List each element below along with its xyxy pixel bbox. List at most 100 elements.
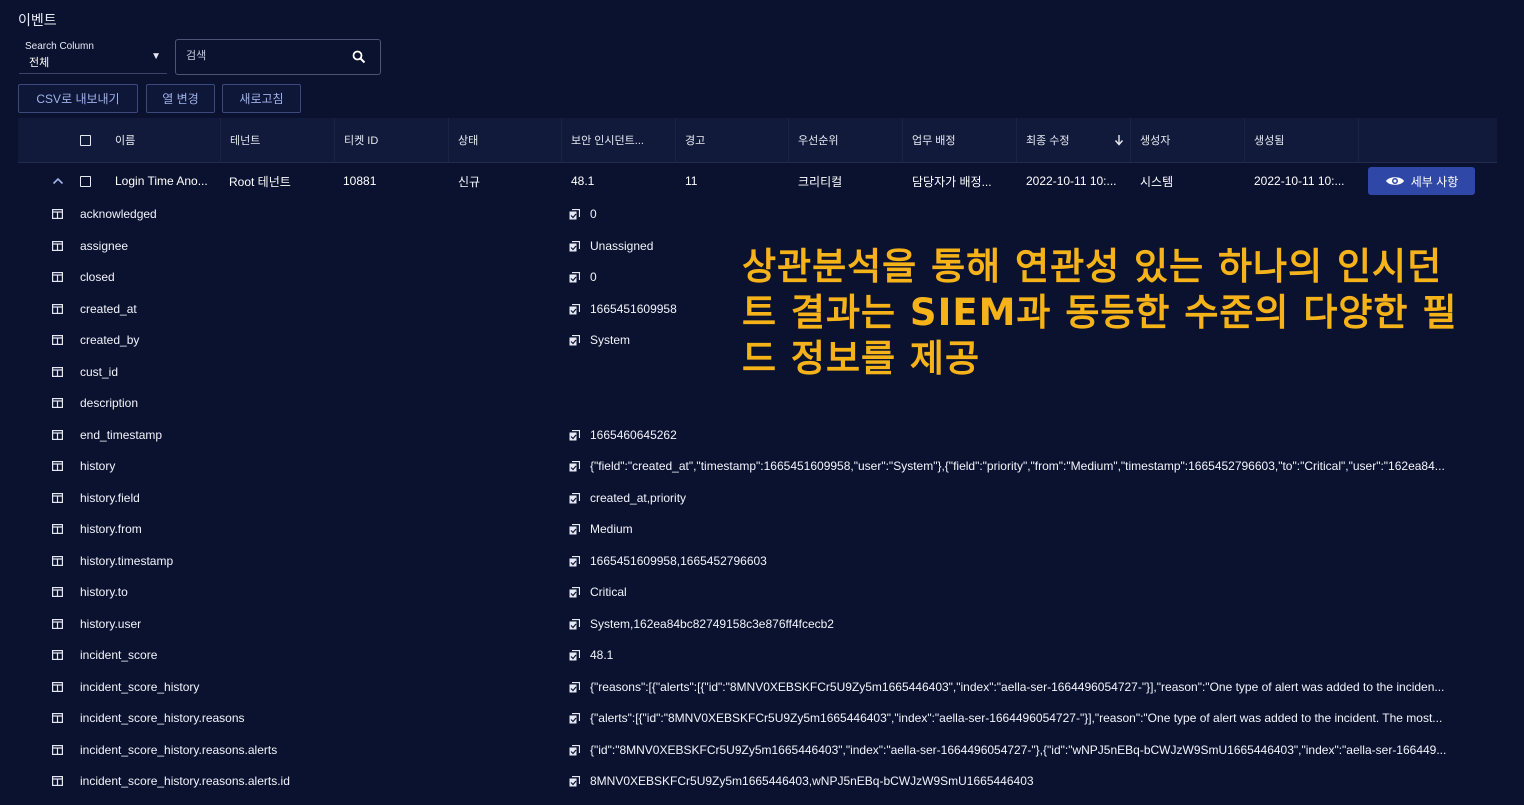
table-column-icon[interactable] (52, 744, 63, 755)
change-columns-button[interactable]: 열 변경 (146, 84, 215, 113)
table-column-icon[interactable] (52, 461, 63, 471)
copy-icon[interactable] (569, 776, 580, 787)
search-icon[interactable] (352, 50, 366, 64)
detail-button-label: 세부 사항 (1410, 174, 1459, 189)
field-name: created_by (80, 333, 140, 347)
field-row: incident_score_history.reasons.alerts.id… (0, 766, 1524, 797)
field-row: incident_score_history.reasons {"alerts":… (0, 703, 1524, 734)
table-column-icon[interactable] (52, 398, 63, 408)
field-row: history {"field":"created_at","timestamp"… (0, 451, 1524, 482)
table-column-icon[interactable] (52, 587, 63, 597)
table-column-icon[interactable] (52, 429, 63, 440)
field-name: history.timestamp (80, 553, 174, 568)
table-column-icon[interactable] (52, 209, 63, 219)
copy-icon[interactable] (569, 209, 580, 220)
copy-icon[interactable] (569, 587, 580, 598)
field-row: incident_score_history.reasons.alerts {"i… (0, 735, 1524, 766)
field-row: history.user System,162ea84bc82749158c3e8… (0, 609, 1524, 640)
table-column-icon[interactable] (52, 524, 63, 534)
header-last-modified[interactable]: 최종 수정 (1026, 118, 1070, 162)
copy-icon[interactable] (569, 429, 580, 441)
field-name: incident_score_history.reasons.alerts.id (80, 774, 290, 788)
header-name[interactable]: 이름 (115, 118, 135, 162)
table-column-icon[interactable] (52, 618, 63, 629)
field-value: Medium (590, 522, 633, 536)
table-column-icon[interactable] (52, 650, 63, 660)
field-name: incident_score (80, 648, 158, 662)
field-name: history.to (80, 585, 128, 599)
header-tenant[interactable]: 테넌트 (230, 118, 260, 162)
search-column-select[interactable]: Search Column 전체 ▼ (19, 39, 167, 74)
copy-icon[interactable] (569, 650, 580, 661)
field-name: description (80, 396, 139, 410)
copy-icon[interactable] (569, 303, 580, 315)
export-csv-button[interactable]: CSV로 내보내기 (18, 84, 138, 113)
header-alerts[interactable]: 경고 (685, 118, 705, 162)
search-box (175, 39, 381, 75)
header-ticket-id[interactable]: 티켓 ID (344, 118, 378, 162)
search-input[interactable] (184, 49, 348, 63)
field-name: history (80, 459, 116, 473)
field-value: 48.1 (590, 648, 614, 662)
select-all-checkbox[interactable] (80, 118, 91, 162)
copy-icon[interactable] (569, 335, 580, 346)
field-name: created_at (80, 301, 137, 316)
header-created[interactable]: 생성됨 (1254, 118, 1284, 162)
table-column-icon[interactable] (52, 776, 63, 786)
field-row: history.to Critical (0, 577, 1524, 608)
table-row[interactable]: Login Time Ano... Root 테넌트 10881 신규 48.1… (18, 163, 1497, 199)
table-column-icon[interactable] (52, 555, 63, 566)
table-column-icon[interactable] (52, 366, 63, 377)
table-column-icon[interactable] (52, 681, 63, 692)
table-column-icon[interactable] (52, 713, 63, 723)
field-name: history.field (80, 490, 140, 505)
copy-icon[interactable] (569, 492, 580, 504)
field-name: history.user (80, 616, 142, 631)
header-priority[interactable]: 우선순위 (798, 118, 838, 162)
field-name: incident_score_history.reasons (80, 711, 245, 725)
copy-icon[interactable] (569, 713, 580, 724)
field-value: 1665460645262 (590, 427, 677, 442)
copy-icon[interactable] (569, 524, 580, 535)
arrow-down-icon[interactable] (1114, 118, 1124, 162)
field-row: incident_score 48.1 (0, 640, 1524, 671)
field-row: description (0, 388, 1524, 419)
table-column-icon[interactable] (52, 303, 63, 314)
row-checkbox[interactable] (80, 163, 91, 199)
cell-status: 신규 (458, 174, 481, 189)
header-status[interactable]: 상태 (458, 118, 478, 162)
header-security-incident[interactable]: 보안 인시던트... (571, 118, 644, 162)
search-column-label: Search Column (25, 41, 94, 52)
copy-icon[interactable] (569, 240, 580, 252)
detail-button[interactable]: 세부 사항 (1368, 167, 1475, 195)
copy-icon[interactable] (569, 272, 580, 283)
field-name: incident_score_history.reasons.alerts (80, 742, 278, 757)
table-column-icon[interactable] (52, 272, 63, 282)
cell-alerts: 11 (685, 174, 698, 188)
field-value: {"id":"8MNV0XEBSKFCr5U9Zy5m1665446403","… (590, 742, 1447, 757)
field-name: cust_id (80, 364, 119, 379)
caret-down-icon: ▼ (151, 51, 161, 62)
copy-icon[interactable] (569, 618, 580, 630)
copy-icon[interactable] (569, 555, 580, 567)
table-column-icon[interactable] (52, 335, 63, 345)
header-created-by[interactable]: 생성자 (1140, 118, 1170, 162)
header-assignment[interactable]: 업무 배정 (912, 118, 956, 162)
table-column-icon[interactable] (52, 492, 63, 503)
copy-icon[interactable] (569, 461, 580, 472)
chevron-up-icon[interactable] (52, 163, 64, 199)
field-value: {"reasons":[{"alerts":[{"id":"8MNV0XEBSK… (590, 679, 1445, 694)
cell-created-by: 시스템 (1140, 174, 1174, 189)
field-row: history.timestamp 1665451609958,166545279… (0, 546, 1524, 577)
cell-tenant: Root 테넌트 (229, 174, 291, 189)
field-row: history.field created_at,priority (0, 483, 1524, 514)
cell-assignment: 담당자가 배정... (912, 174, 992, 189)
cell-priority: 크리티컬 (798, 174, 843, 189)
table-column-icon[interactable] (52, 240, 63, 251)
copy-icon[interactable] (569, 681, 580, 693)
copy-icon[interactable] (569, 744, 580, 756)
refresh-button[interactable]: 새로고침 (222, 84, 301, 113)
field-row: end_timestamp 1665460645262 (0, 420, 1524, 451)
field-value: 1665451609958,1665452796603 (590, 553, 767, 568)
cell-security-incident: 48.1 (571, 174, 595, 188)
